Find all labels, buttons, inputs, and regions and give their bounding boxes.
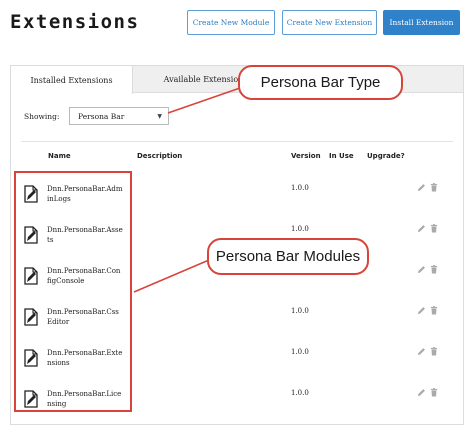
- pencil-icon[interactable]: [417, 306, 426, 315]
- column-header-in-use: In Use: [329, 152, 354, 160]
- trash-icon[interactable]: [430, 388, 438, 397]
- create-new-module-button[interactable]: Create New Module: [187, 10, 275, 35]
- extension-version: 1.0.0: [291, 184, 309, 192]
- pencil-icon[interactable]: [417, 265, 426, 274]
- extension-version: 1.0.0: [291, 225, 309, 233]
- pencil-icon[interactable]: [417, 224, 426, 233]
- callout-persona-bar-type: Persona Bar Type: [238, 65, 403, 100]
- column-header-version: Version: [291, 152, 321, 160]
- trash-icon[interactable]: [430, 183, 438, 192]
- extension-version: 1.0.0: [291, 389, 309, 397]
- trash-icon[interactable]: [430, 265, 438, 274]
- modules-highlight-box: [14, 171, 132, 412]
- create-new-extension-button[interactable]: Create New Extension: [282, 10, 377, 35]
- tab-installed-extensions[interactable]: Installed Extensions: [11, 66, 133, 94]
- extension-type-selected: Persona Bar: [78, 111, 125, 121]
- pencil-icon[interactable]: [417, 388, 426, 397]
- pencil-icon[interactable]: [417, 183, 426, 192]
- divider: [21, 141, 453, 142]
- callout-persona-bar-modules: Persona Bar Modules: [207, 238, 369, 275]
- column-header-name: Name: [48, 152, 71, 160]
- chevron-down-icon: ▼: [157, 113, 162, 120]
- column-header-upgrade: Upgrade?: [367, 152, 405, 160]
- showing-label: Showing:: [24, 112, 60, 121]
- install-extension-button[interactable]: Install Extension: [383, 10, 460, 35]
- column-header-description: Description: [137, 152, 183, 160]
- extension-type-select[interactable]: Persona Bar ▼: [69, 107, 169, 125]
- pencil-icon[interactable]: [417, 347, 426, 356]
- trash-icon[interactable]: [430, 306, 438, 315]
- extension-version: 1.0.0: [291, 348, 309, 356]
- extension-version: 1.0.0: [291, 307, 309, 315]
- trash-icon[interactable]: [430, 347, 438, 356]
- trash-icon[interactable]: [430, 224, 438, 233]
- page-title: Extensions: [10, 11, 140, 33]
